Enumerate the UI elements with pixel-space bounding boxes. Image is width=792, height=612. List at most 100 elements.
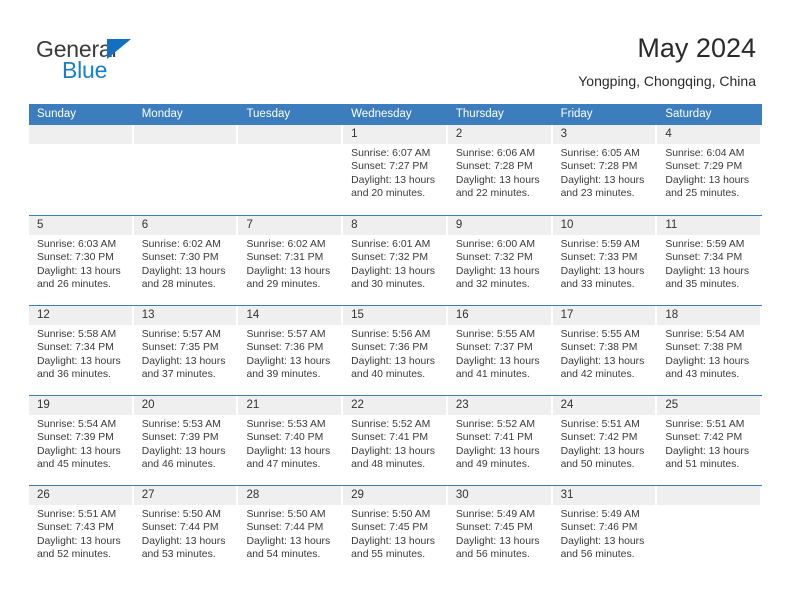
sunrise-text: Sunrise: 5:49 AM: [560, 509, 640, 520]
sunrise-text: Sunrise: 5:50 AM: [141, 509, 221, 520]
daylight-text-line2: and 25 minutes.: [665, 188, 740, 200]
day-number: 9: [447, 216, 551, 235]
day-number: 26: [29, 486, 132, 505]
day-details: [657, 505, 760, 508]
calendar-day-cell[interactable]: 11 Sunrise: 5:59 AM Sunset: 7:34 PM Dayligh…: [657, 216, 762, 305]
day-details: Sunrise: 5:51 AM Sunset: 7:42 PM Daylight:…: [657, 415, 760, 472]
calendar-day-cell[interactable]: 1 Sunrise: 6:07 AM Sunset: 7:27 PM Daylight…: [343, 125, 448, 215]
daylight-text-line1: Daylight: 13 hours: [455, 265, 540, 277]
daylight-text-line2: and 36 minutes.: [37, 369, 111, 381]
weekday-header-tuesday: Tuesday: [246, 108, 291, 120]
sunset-text: Sunset: 7:45 PM: [351, 522, 428, 534]
calendar-day-cell[interactable]: 31 Sunrise: 5:49 AM Sunset: 7:46 PM Dayligh…: [552, 486, 658, 575]
calendar-day-cell[interactable]: 22 Sunrise: 5:52 AM Sunset: 7:41 PM Dayligh…: [343, 396, 448, 485]
daylight-text-line2: and 43 minutes.: [665, 369, 740, 381]
daylight-text-line1: Daylight: 13 hours: [141, 355, 226, 367]
day-number: 6: [133, 216, 237, 235]
daylight-text-line1: Daylight: 13 hours: [141, 445, 226, 457]
sunrise-text: Sunrise: 6:03 AM: [37, 239, 117, 250]
day-number: [133, 125, 237, 144]
day-number: 21: [238, 396, 342, 415]
day-details: Sunrise: 6:02 AM Sunset: 7:31 PM Daylight:…: [238, 235, 341, 292]
calendar-day-cell[interactable]: 16 Sunrise: 5:55 AM Sunset: 7:37 PM Dayligh…: [447, 306, 553, 395]
calendar-day-cell[interactable]: 4 Sunrise: 6:04 AM Sunset: 7:29 PM Daylight…: [657, 125, 762, 215]
weekday-header-friday: Friday: [560, 108, 593, 120]
sunset-text: Sunset: 7:32 PM: [455, 252, 533, 264]
calendar-day-cell[interactable]: 28 Sunrise: 5:50 AM Sunset: 7:44 PM Dayligh…: [238, 486, 343, 575]
sunrise-text: Sunrise: 5:53 AM: [141, 419, 221, 430]
calendar-day-cell[interactable]: 25 Sunrise: 5:51 AM Sunset: 7:42 PM Dayligh…: [657, 396, 762, 485]
calendar-day-cell[interactable]: 3 Sunrise: 6:05 AM Sunset: 7:28 PM Daylight…: [552, 125, 658, 215]
calendar-day-cell[interactable]: 6 Sunrise: 6:02 AM Sunset: 7:30 PM Daylight…: [133, 216, 239, 305]
day-number: 3: [552, 125, 656, 144]
day-details: Sunrise: 5:57 AM Sunset: 7:36 PM Daylight:…: [238, 325, 341, 382]
weekday-header-thursday: Thursday: [455, 108, 504, 120]
calendar-day-cell[interactable]: 20 Sunrise: 5:53 AM Sunset: 7:39 PM Dayligh…: [133, 396, 239, 485]
calendar-day-cell[interactable]: 2 Sunrise: 6:06 AM Sunset: 7:28 PM Daylight…: [447, 125, 553, 215]
calendar-day-cell[interactable]: 19 Sunrise: 5:54 AM Sunset: 7:39 PM Dayligh…: [29, 396, 134, 485]
calendar-day-cell[interactable]: 15 Sunrise: 5:56 AM Sunset: 7:36 PM Dayligh…: [343, 306, 448, 395]
calendar-day-cell[interactable]: 14 Sunrise: 5:57 AM Sunset: 7:36 PM Dayligh…: [238, 306, 343, 395]
sunset-text: Sunset: 7:44 PM: [246, 522, 324, 534]
daylight-text-line2: and 29 minutes.: [246, 279, 321, 291]
calendar-day-cell[interactable]: 5 Sunrise: 6:03 AM Sunset: 7:30 PM Daylight…: [29, 216, 134, 305]
day-details: Sunrise: 5:49 AM Sunset: 7:46 PM Daylight:…: [553, 505, 656, 562]
calendar-day-cell[interactable]: 7 Sunrise: 6:02 AM Sunset: 7:31 PM Daylight…: [238, 216, 343, 305]
calendar-day-cell[interactable]: 23 Sunrise: 5:52 AM Sunset: 7:41 PM Dayligh…: [447, 396, 553, 485]
day-number: 23: [447, 396, 551, 415]
calendar-day-cell[interactable]: 30 Sunrise: 5:49 AM Sunset: 7:45 PM Dayligh…: [447, 486, 553, 575]
sunrise-text: Sunrise: 5:54 AM: [37, 419, 117, 430]
calendar-day-cell[interactable]: 21 Sunrise: 5:53 AM Sunset: 7:40 PM Dayligh…: [238, 396, 343, 485]
sunset-text: Sunset: 7:28 PM: [455, 161, 533, 173]
day-number: 30: [447, 486, 551, 505]
day-details: Sunrise: 5:54 AM Sunset: 7:39 PM Daylight:…: [29, 415, 132, 472]
sunrise-text: Sunrise: 5:57 AM: [141, 329, 221, 340]
day-number: 31: [552, 486, 656, 505]
daylight-text-line2: and 51 minutes.: [665, 459, 740, 471]
daylight-text-line1: Daylight: 13 hours: [141, 265, 226, 277]
calendar-day-cell[interactable]: 13 Sunrise: 5:57 AM Sunset: 7:35 PM Dayligh…: [133, 306, 239, 395]
calendar-day-cell[interactable]: 9 Sunrise: 6:00 AM Sunset: 7:32 PM Daylight…: [447, 216, 553, 305]
calendar-day-cell[interactable]: 17 Sunrise: 5:55 AM Sunset: 7:38 PM Dayligh…: [552, 306, 658, 395]
calendar-week-row: 12 Sunrise: 5:58 AM Sunset: 7:34 PM Dayligh…: [29, 305, 762, 395]
day-number: 19: [29, 396, 132, 415]
calendar-day-cell-empty: [657, 486, 762, 575]
daylight-text-line2: and 37 minutes.: [141, 369, 216, 381]
calendar-day-cell[interactable]: 24 Sunrise: 5:51 AM Sunset: 7:42 PM Dayligh…: [552, 396, 658, 485]
day-number: 17: [552, 306, 656, 325]
day-number: 11: [657, 216, 761, 235]
daylight-text-line1: Daylight: 13 hours: [455, 355, 540, 367]
daylight-text-line1: Daylight: 13 hours: [351, 535, 435, 547]
sunrise-text: Sunrise: 5:51 AM: [37, 509, 117, 520]
title-block: May 2024 Yongping, Chongqing, China: [578, 32, 756, 90]
daylight-text-line1: Daylight: 13 hours: [560, 355, 645, 367]
calendar-day-cell[interactable]: 29 Sunrise: 5:50 AM Sunset: 7:45 PM Dayligh…: [343, 486, 448, 575]
day-number: 18: [657, 306, 761, 325]
sunrise-text: Sunrise: 6:05 AM: [560, 148, 640, 159]
calendar-day-cell[interactable]: 26 Sunrise: 5:51 AM Sunset: 7:43 PM Dayligh…: [29, 486, 134, 575]
calendar-day-cell[interactable]: 27 Sunrise: 5:50 AM Sunset: 7:44 PM Dayligh…: [133, 486, 239, 575]
calendar-day-cell[interactable]: 10 Sunrise: 5:59 AM Sunset: 7:33 PM Dayligh…: [552, 216, 658, 305]
generalblue-logo: General Blue: [36, 36, 236, 88]
calendar-day-cell[interactable]: 12 Sunrise: 5:58 AM Sunset: 7:34 PM Dayligh…: [29, 306, 134, 395]
sunset-text: Sunset: 7:31 PM: [246, 252, 324, 264]
sunrise-text: Sunrise: 5:50 AM: [351, 509, 431, 520]
day-details: Sunrise: 5:59 AM Sunset: 7:33 PM Daylight:…: [553, 235, 656, 292]
day-details: Sunrise: 5:49 AM Sunset: 7:45 PM Daylight:…: [448, 505, 551, 562]
calendar-day-cell[interactable]: 8 Sunrise: 6:01 AM Sunset: 7:32 PM Daylight…: [343, 216, 448, 305]
calendar-day-cell[interactable]: 18 Sunrise: 5:54 AM Sunset: 7:38 PM Dayligh…: [657, 306, 762, 395]
sunset-text: Sunset: 7:30 PM: [37, 252, 114, 264]
sunset-text: Sunset: 7:34 PM: [37, 342, 114, 354]
sunrise-text: Sunrise: 6:07 AM: [351, 148, 431, 159]
daylight-text-line2: and 32 minutes.: [455, 279, 530, 291]
day-details: [29, 144, 132, 147]
daylight-text-line2: and 56 minutes.: [560, 549, 635, 561]
daylight-text-line1: Daylight: 13 hours: [665, 265, 750, 277]
day-details: Sunrise: 5:59 AM Sunset: 7:34 PM Daylight:…: [657, 235, 760, 292]
daylight-text-line1: Daylight: 13 hours: [246, 355, 331, 367]
daylight-text-line1: Daylight: 13 hours: [351, 445, 435, 457]
day-number: 14: [238, 306, 342, 325]
day-number: 13: [133, 306, 237, 325]
day-details: Sunrise: 6:07 AM Sunset: 7:27 PM Daylight:…: [343, 144, 446, 201]
sunset-text: Sunset: 7:27 PM: [351, 161, 428, 173]
